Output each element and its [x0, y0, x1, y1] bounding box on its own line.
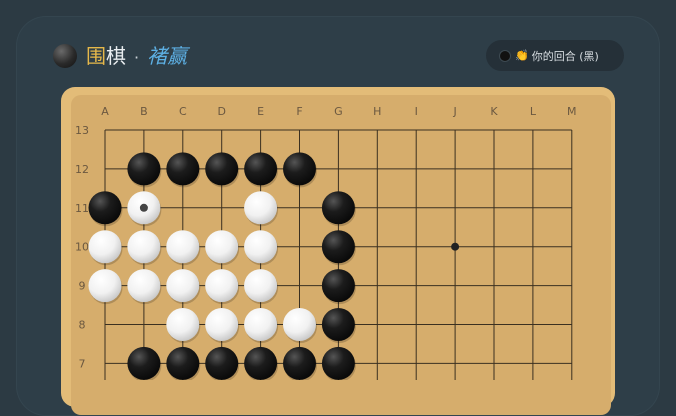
- column-label: F: [296, 105, 302, 118]
- white-stone[interactable]: [127, 230, 161, 264]
- row-label: 8: [79, 319, 86, 332]
- white-stone[interactable]: [166, 269, 200, 303]
- row-label: 7: [79, 357, 86, 370]
- star-point: [451, 242, 460, 251]
- column-label: B: [140, 105, 148, 118]
- white-stone[interactable]: [244, 191, 278, 225]
- black-stone[interactable]: [321, 269, 355, 303]
- white-stone[interactable]: [244, 269, 278, 303]
- black-stone[interactable]: [321, 230, 355, 264]
- white-stone[interactable]: [244, 230, 278, 264]
- black-stone[interactable]: [321, 308, 355, 341]
- white-stone[interactable]: [127, 269, 161, 303]
- white-stone[interactable]: [205, 269, 239, 303]
- white-stone[interactable]: [88, 230, 122, 264]
- row-label: 9: [79, 280, 86, 293]
- column-label: J: [452, 105, 456, 118]
- black-stone[interactable]: [166, 346, 200, 380]
- column-label: G: [334, 105, 343, 118]
- black-stone[interactable]: [205, 346, 239, 380]
- row-label: 12: [75, 163, 89, 176]
- column-label: I: [415, 105, 418, 118]
- column-label: H: [373, 105, 381, 118]
- board-grid[interactable]: A B C D E F G H I J K L M 13 12 11 10 9 8 7: [0, 0, 676, 380]
- column-label: D: [217, 105, 225, 118]
- row-label: 13: [75, 124, 89, 137]
- black-stone[interactable]: [127, 346, 161, 380]
- column-label: A: [101, 105, 109, 118]
- white-stone[interactable]: [166, 308, 200, 341]
- row-label: 11: [75, 202, 89, 215]
- black-stone[interactable]: [205, 152, 239, 186]
- black-stone[interactable]: [244, 152, 278, 186]
- black-stone[interactable]: [166, 152, 200, 186]
- column-label: C: [179, 105, 187, 118]
- white-stone[interactable]: [205, 230, 239, 264]
- black-stone[interactable]: [127, 152, 161, 186]
- black-stone[interactable]: [321, 191, 355, 225]
- last-move-marker: [139, 203, 148, 212]
- black-stone[interactable]: [283, 152, 316, 186]
- black-stone[interactable]: [244, 346, 278, 380]
- white-stone[interactable]: [244, 308, 278, 341]
- column-label: L: [530, 105, 537, 118]
- row-label: 10: [75, 241, 89, 254]
- black-stone[interactable]: [88, 191, 122, 225]
- column-label: M: [567, 105, 577, 118]
- white-stone[interactable]: [283, 308, 316, 341]
- white-stone[interactable]: [88, 269, 122, 303]
- black-stone[interactable]: [321, 346, 355, 380]
- column-label: E: [257, 105, 264, 118]
- white-stone[interactable]: [205, 308, 239, 341]
- black-stone[interactable]: [283, 346, 316, 380]
- white-stone[interactable]: [166, 230, 200, 264]
- column-label: K: [490, 105, 498, 118]
